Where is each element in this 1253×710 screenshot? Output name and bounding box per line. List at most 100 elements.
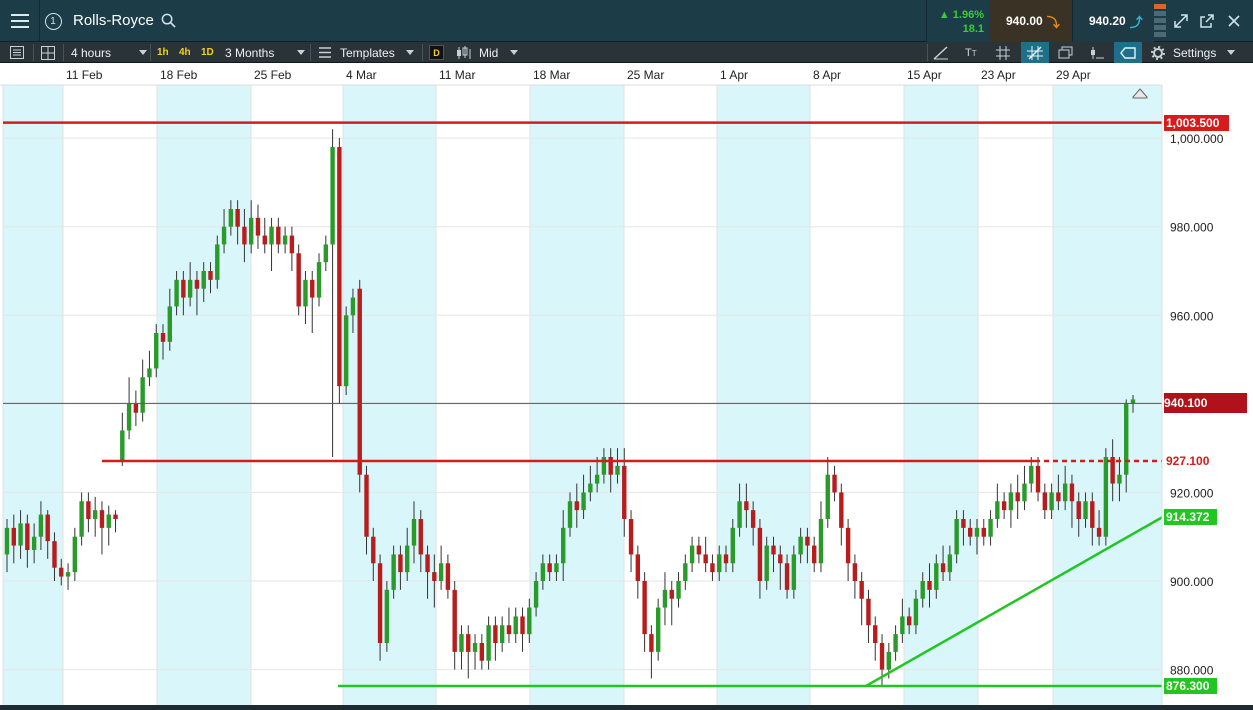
gear-icon — [1151, 45, 1165, 60]
price-label-tool[interactable] — [1114, 42, 1142, 63]
indicator-tool[interactable] — [1089, 42, 1105, 63]
week-band — [717, 85, 810, 705]
templates-button[interactable]: Templates — [318, 42, 414, 63]
candle-body — [215, 244, 220, 280]
resistance-top-label: 1,003.500 — [1164, 114, 1229, 131]
search-icon[interactable] — [161, 13, 176, 28]
candle-body — [900, 616, 905, 635]
draw-line-tool[interactable] — [933, 42, 949, 63]
chevron-down-icon — [297, 50, 305, 55]
candle-body — [594, 474, 600, 484]
price-change-box: ▲ 1.96% 18.1 — [926, 0, 990, 42]
candle-body — [486, 625, 491, 661]
candle-body — [174, 279, 179, 307]
candle-body — [255, 217, 261, 236]
candle-body — [411, 519, 417, 546]
candle-body — [622, 465, 627, 519]
candle-body — [608, 457, 613, 475]
candle-body — [228, 209, 234, 227]
timeframe-select[interactable]: 4 hours — [71, 42, 147, 63]
candle-body — [479, 643, 485, 661]
quick-1h-button[interactable]: 1h — [157, 42, 169, 63]
layout-button[interactable] — [41, 42, 55, 63]
menu-button[interactable] — [0, 0, 40, 42]
range-select[interactable]: 3 Months — [225, 42, 305, 63]
panel-number-button[interactable]: 1 — [40, 0, 66, 42]
candle-body — [893, 634, 898, 652]
candle-body — [86, 501, 91, 519]
candle-body — [778, 554, 783, 564]
market-depth-icon[interactable] — [1154, 4, 1166, 38]
date-tick-label: 11 Mar — [439, 68, 475, 82]
layers-icon — [1058, 46, 1073, 58]
chart-toolbar: 4 hours 1h 4h 1D 3 Months Templates D Mi… — [0, 42, 1253, 63]
expand-icon[interactable] — [1173, 13, 1189, 29]
chevron-down-icon — [139, 50, 147, 55]
quick-4h-button[interactable]: 4h — [179, 42, 191, 63]
candle-body — [99, 510, 105, 528]
candle-body — [730, 527, 735, 564]
toolbar-collapse[interactable] — [1227, 42, 1235, 63]
candle-body — [1001, 501, 1007, 511]
popout-icon[interactable] — [1199, 13, 1215, 29]
candle-body — [703, 554, 708, 564]
close-icon[interactable] — [1226, 13, 1242, 29]
candle-body — [825, 474, 830, 519]
price-tick-label: 880.000 — [1170, 664, 1214, 678]
panel-number-icon: 1 — [44, 12, 62, 30]
text-tool[interactable]: TT — [965, 42, 977, 63]
list-view-button[interactable] — [10, 42, 24, 63]
candle-body — [981, 527, 986, 537]
copy-tool[interactable] — [1058, 42, 1074, 63]
candle-body — [574, 501, 579, 511]
crosshair-grid-icon — [1027, 45, 1043, 60]
week-band — [251, 85, 343, 705]
candle-body — [1062, 483, 1068, 502]
grid-tool[interactable] — [996, 42, 1010, 63]
crosshair-tool[interactable] — [1021, 42, 1049, 63]
candle-body — [45, 514, 50, 542]
candle-body — [642, 581, 647, 635]
candle-body — [92, 510, 98, 519]
candle-body — [723, 554, 729, 564]
quick-1d-button[interactable]: 1D — [201, 42, 214, 63]
trendline-label: 914.372 — [1164, 509, 1217, 526]
candle-body — [4, 527, 10, 555]
candle-body — [852, 563, 858, 581]
sell-button[interactable]: 940.00 ⤵ — [990, 0, 1072, 42]
range-value: 3 Months — [225, 45, 275, 60]
change-percent: ▲ 1.96% — [939, 9, 984, 21]
buy-button[interactable]: 940.20 ⤴ — [1072, 0, 1154, 42]
candle-body — [683, 563, 688, 581]
candle-body — [167, 306, 172, 342]
templates-icon — [319, 47, 331, 58]
d-button[interactable]: D — [429, 42, 444, 63]
candle-body — [364, 474, 369, 537]
date-tick-label: 1 Apr — [720, 68, 748, 82]
hashtag-grid-icon — [996, 45, 1010, 60]
candle-body — [425, 554, 430, 573]
candle-body — [1029, 465, 1034, 484]
candle-body — [764, 545, 769, 581]
candle-body — [567, 501, 573, 528]
instrument-title[interactable]: Rolls-Royce — [73, 12, 154, 29]
price-tag-icon — [1120, 46, 1136, 59]
price-type-select[interactable]: Mid — [456, 42, 518, 63]
date-tick-label: 8 Apr — [813, 68, 841, 82]
candle-down — [337, 138, 342, 404]
candle-body — [845, 527, 851, 564]
candle-body — [805, 536, 810, 546]
price-chart[interactable]: 11 Feb 18 Feb 25 Feb 4 Mar 11 Mar 18 Mar 25 Ma… — [0, 63, 1253, 710]
candle-up — [343, 306, 349, 395]
candle-body — [357, 288, 362, 475]
candle-body — [466, 634, 471, 652]
candle-body — [547, 563, 552, 573]
candle-body — [296, 253, 301, 307]
candle-body — [873, 625, 878, 643]
candle-body — [832, 474, 837, 493]
candle-body — [520, 616, 525, 635]
candle-body — [506, 625, 512, 635]
indicator-icon — [1091, 46, 1104, 59]
candle-body — [784, 563, 790, 590]
settings-button[interactable]: Settings — [1151, 42, 1216, 63]
